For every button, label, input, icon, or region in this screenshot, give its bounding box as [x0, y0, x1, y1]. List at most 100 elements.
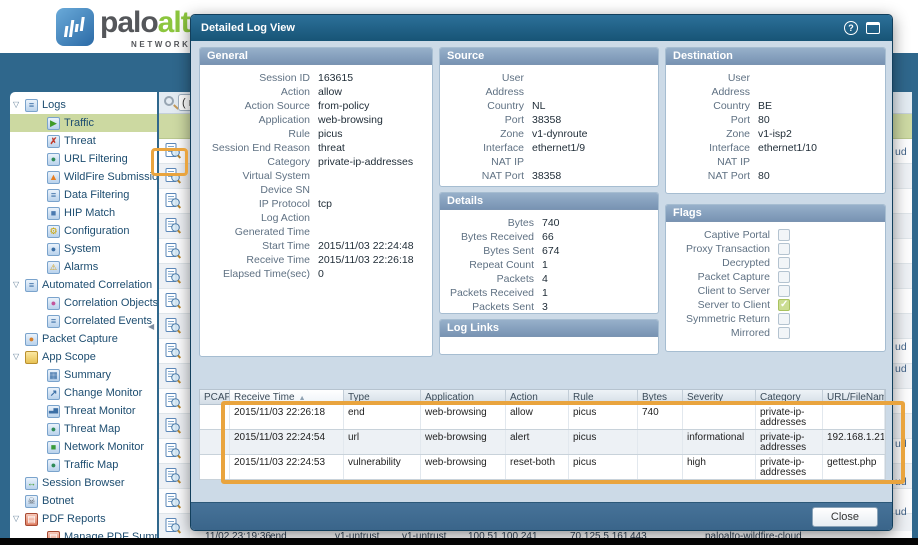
- log-detail-icon[interactable]: [165, 493, 181, 509]
- field-label: Packets: [440, 273, 542, 285]
- sidebar-item-wildfire-submissions[interactable]: WildFire Submissions: [10, 168, 157, 186]
- field-value: 1: [542, 259, 548, 271]
- sidebar-item-logs[interactable]: Logs: [10, 96, 157, 114]
- log-detail-icon[interactable]: [165, 443, 181, 459]
- log-detail-icon[interactable]: [165, 293, 181, 309]
- sidebar-item-alarms[interactable]: Alarms: [10, 258, 157, 276]
- sidebar-item-system[interactable]: System: [10, 240, 157, 258]
- log-detail-icon[interactable]: [165, 518, 181, 534]
- sidebar-item-packet-capture[interactable]: Packet Capture: [10, 330, 157, 348]
- field-label: Zone: [666, 128, 758, 140]
- app-scope-icon: [25, 351, 38, 364]
- sidebar-item-configuration[interactable]: Configuration: [10, 222, 157, 240]
- log-detail-icon[interactable]: [165, 368, 181, 384]
- field-value: 163615: [318, 72, 353, 84]
- clipped-cell-text: ud: [895, 146, 907, 158]
- sidebar-item-threat-map[interactable]: Threat Map: [10, 420, 157, 438]
- field-label: Application: [200, 114, 318, 126]
- sidebar-item-correlated-events[interactable]: Correlated Events: [10, 312, 157, 330]
- bg-cell-port: 443: [630, 531, 647, 538]
- traffic-map-icon: [47, 459, 60, 472]
- sidebar-item-manage-pdf-summary[interactable]: Manage PDF Summary: [10, 528, 157, 538]
- field-value: private-ip-addresses: [318, 156, 413, 168]
- summary-icon: [47, 369, 60, 382]
- field-label: Mirrored: [666, 327, 778, 339]
- modal-title-bar[interactable]: Detailed Log View: [191, 15, 892, 41]
- sidebar-item-url-filtering[interactable]: URL Filtering: [10, 150, 157, 168]
- source-panel-header: Source: [440, 48, 658, 65]
- threat-log-icon: [47, 135, 60, 148]
- field-label: NAT Port: [440, 170, 532, 182]
- log-detail-icon[interactable]: [165, 318, 181, 334]
- sidebar-item-network-monitor[interactable]: Network Monitor: [10, 438, 157, 456]
- field-value: ethernet1/10: [758, 142, 817, 154]
- field-value: 3: [542, 301, 548, 313]
- sidebar-item-label: Logs: [42, 99, 66, 111]
- log-detail-icon[interactable]: [165, 193, 181, 209]
- log-detail-icon[interactable]: [165, 268, 181, 284]
- sidebar-item-app-scope[interactable]: App Scope: [10, 348, 157, 366]
- destination-panel: Destination User Address CountryBE Port8…: [665, 47, 886, 194]
- field-label: Bytes Sent: [440, 245, 542, 257]
- maximize-icon[interactable]: [866, 22, 880, 34]
- sidebar-item-hip-match[interactable]: HIP Match: [10, 204, 157, 222]
- sidebar-item-traffic-map[interactable]: Traffic Map: [10, 456, 157, 474]
- field-label: Packet Capture: [666, 271, 778, 283]
- correlation-objects-icon: [47, 297, 60, 310]
- help-icon[interactable]: ?: [844, 21, 858, 35]
- field-value: NL: [532, 100, 545, 112]
- sidebar-item-traffic[interactable]: Traffic: [10, 114, 157, 132]
- checkbox-decrypted[interactable]: [778, 257, 790, 269]
- checkbox-server-to-client[interactable]: [778, 299, 790, 311]
- sidebar-item-threat-monitor[interactable]: Threat Monitor: [10, 402, 157, 420]
- log-detail-icon[interactable]: [165, 468, 181, 484]
- sidebar-item-label: WildFire Submissions: [64, 171, 157, 183]
- checkbox-mirrored[interactable]: [778, 327, 790, 339]
- log-detail-icon[interactable]: [165, 243, 181, 259]
- field-label: Bytes Received: [440, 231, 542, 243]
- log-detail-icon[interactable]: [165, 218, 181, 234]
- source-panel: Source User Address CountryNL Port38358 …: [439, 47, 659, 187]
- sidebar-item-change-monitor[interactable]: Change Monitor: [10, 384, 157, 402]
- sidebar-item-pdf-reports[interactable]: PDF Reports: [10, 510, 157, 528]
- session-browser-icon: [25, 477, 38, 490]
- automated-correlation-icon: [25, 279, 38, 292]
- sidebar-item-label: Correlation Objects: [64, 297, 157, 309]
- checkbox-symmetric-return[interactable]: [778, 313, 790, 325]
- paloalto-logo-icon: [56, 8, 94, 46]
- field-label: Interface: [440, 142, 532, 154]
- sidebar-item-automated-correlation[interactable]: Automated Correlation: [10, 276, 157, 294]
- sidebar-item-summary[interactable]: Summary: [10, 366, 157, 384]
- sidebar-item-botnet[interactable]: Botnet: [10, 492, 157, 510]
- traffic-log-icon: [47, 117, 60, 130]
- sidebar-item-label: Correlated Events: [64, 315, 152, 327]
- close-button[interactable]: Close: [812, 507, 878, 527]
- checkbox-captive-portal[interactable]: [778, 229, 790, 241]
- sidebar-item-correlation-objects[interactable]: Correlation Objects: [10, 294, 157, 312]
- field-label: Proxy Transaction: [666, 243, 778, 255]
- collapse-sidebar-icon[interactable]: ◀: [148, 322, 154, 331]
- field-label: Log Action: [200, 212, 318, 224]
- log-detail-icon[interactable]: [165, 418, 181, 434]
- sidebar-item-label: Network Monitor: [64, 441, 144, 453]
- field-label: Symmetric Return: [666, 313, 778, 325]
- field-label: User: [440, 72, 532, 84]
- field-value: threat: [318, 142, 345, 154]
- sidebar-item-label: Threat: [64, 135, 96, 147]
- clipped-cell-text: ud: [895, 363, 907, 375]
- sidebar-item-label: Traffic: [64, 117, 94, 129]
- log-detail-icon[interactable]: [165, 343, 181, 359]
- details-panel: Details Bytes740 Bytes Received66 Bytes …: [439, 192, 659, 314]
- field-label: Device SN: [200, 184, 318, 196]
- sidebar-item-threat[interactable]: Threat: [10, 132, 157, 150]
- field-value: 80: [758, 114, 770, 126]
- checkbox-client-to-server[interactable]: [778, 285, 790, 297]
- checkbox-packet-capture[interactable]: [778, 271, 790, 283]
- field-label: Port: [666, 114, 758, 126]
- log-detail-icon[interactable]: [165, 393, 181, 409]
- sidebar-item-session-browser[interactable]: Session Browser: [10, 474, 157, 492]
- manage-pdf-summary-icon: [47, 531, 60, 539]
- checkbox-proxy-transaction[interactable]: [778, 243, 790, 255]
- packet-capture-icon: [25, 333, 38, 346]
- sidebar-item-data-filtering[interactable]: Data Filtering: [10, 186, 157, 204]
